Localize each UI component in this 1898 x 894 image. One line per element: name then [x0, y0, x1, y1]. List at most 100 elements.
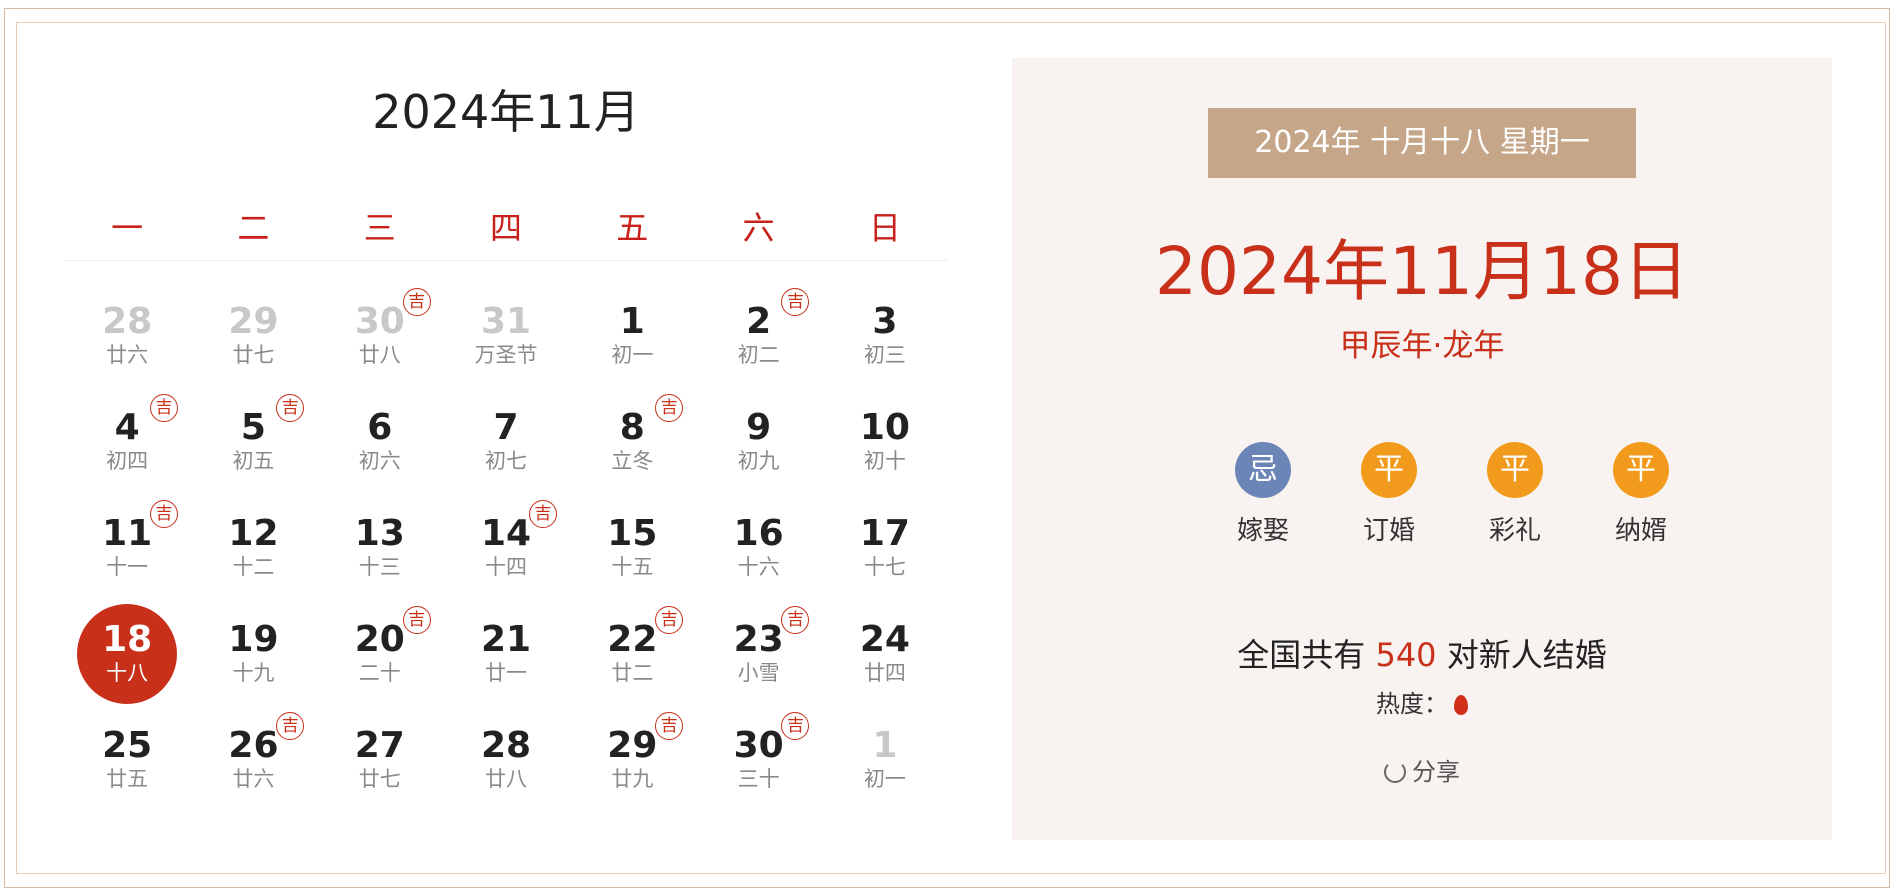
day-cell[interactable]: 26 廿六吉 [190, 712, 316, 826]
lunar-day: 十八 [106, 661, 149, 685]
marriage-item: 忌嫁娶 [1200, 442, 1326, 547]
day-cell[interactable]: 17 十七 [822, 508, 948, 614]
stat-suffix: 对新人结婚 [1436, 636, 1607, 674]
weekday-3: 四 [489, 209, 522, 247]
day-cell[interactable]: 5 初五吉 [190, 394, 316, 508]
day-number: 15 [607, 513, 658, 554]
marriage-item: 平订婚 [1326, 442, 1452, 547]
lunar-day: 初九 [737, 449, 780, 473]
day-number: 7 [493, 407, 519, 448]
day-number: 18 [102, 619, 153, 660]
day-cell[interactable]: 6 初六 [317, 402, 443, 508]
lunar-day: 初五 [232, 449, 275, 473]
ji-badge: 吉 [150, 500, 178, 528]
lunar-day: 初七 [485, 449, 528, 473]
lunar-day: 廿八 [485, 767, 528, 791]
day-cell[interactable]: 9 初九 [695, 402, 821, 508]
weekday-0: 一 [111, 209, 144, 247]
day-cell-selected[interactable]: 18 十八 [64, 604, 190, 720]
share-button[interactable]: 分享 [1012, 752, 1832, 787]
day-cell[interactable]: 7 初七 [443, 402, 569, 508]
day-cell[interactable]: 12 十二 [190, 508, 316, 614]
lunar-day: 初十 [863, 449, 906, 473]
ji-badge: 吉 [402, 288, 431, 316]
marriage-items: 忌嫁娶平订婚平彩礼平纳婿 [1200, 442, 1704, 547]
day-cell[interactable]: 28 廿六 [64, 296, 190, 402]
calendar-title: 2024年11月 [372, 85, 640, 139]
day-cell[interactable]: 20 二十吉 [317, 606, 443, 720]
day-grid: 28 廿六 29 廿七 30 廿八吉 31 万圣节 1 初一 2 初二吉 3 初三 4 初四吉 5 初五吉 6 初六 7… [64, 288, 948, 826]
share-label: 分享 [1412, 758, 1460, 786]
lunar-date-pill: 2024年 十月十八 星期一 [1208, 108, 1636, 178]
lunar-day: 小雪 [737, 661, 780, 685]
stat-prefix: 全国共有 [1237, 636, 1376, 674]
lunar-day: 廿七 [232, 343, 275, 367]
day-number: 13 [354, 513, 405, 554]
day-detail-panel: 2024年 十月十八 星期一 2024年11月18日 甲辰年·龙年 忌嫁娶平订婚… [1012, 58, 1832, 840]
lunar-day: 廿二 [611, 661, 654, 685]
weekday-header: 一二三四五六日 [64, 200, 948, 261]
day-cell[interactable]: 13 十三 [317, 508, 443, 614]
day-cell[interactable]: 19 十九 [190, 614, 316, 720]
day-cell[interactable]: 4 初四吉 [64, 394, 190, 508]
lunar-day: 廿四 [863, 661, 906, 685]
day-number: 12 [228, 513, 279, 554]
day-cell[interactable]: 8 立冬吉 [569, 394, 695, 508]
lunar-day: 三十 [737, 767, 780, 791]
day-cell[interactable]: 15 十五 [569, 508, 695, 614]
day-cell[interactable]: 11 十一吉 [64, 500, 190, 614]
ping-mark: 平 [1613, 442, 1669, 498]
day-number: 17 [859, 513, 910, 554]
lunar-day: 十四 [485, 555, 528, 579]
wedding-stat: 全国共有 540 对新人结婚 [1012, 630, 1832, 676]
lunar-day: 初三 [863, 343, 906, 367]
day-cell[interactable]: 10 初十 [822, 402, 948, 508]
day-cell[interactable]: 1 初一 [822, 720, 948, 826]
day-cell[interactable]: 25 廿五 [64, 720, 190, 826]
lunar-day: 十一 [106, 555, 149, 579]
day-cell[interactable]: 23 小雪吉 [695, 606, 821, 720]
heat-label: 热度： [1376, 690, 1448, 718]
day-cell[interactable]: 24 廿四 [822, 614, 948, 720]
lunar-day: 初一 [611, 343, 654, 367]
lunar-day: 十五 [611, 555, 654, 579]
marriage-item-label: 纳婿 [1614, 516, 1667, 546]
marriage-item-label: 订婚 [1362, 516, 1415, 546]
lunar-day: 初六 [358, 449, 401, 473]
day-number: 16 [733, 513, 784, 554]
weekday-4: 五 [616, 209, 649, 247]
day-cell[interactable]: 28 廿八 [443, 720, 569, 826]
ganzhi-year: 甲辰年·龙年 [1339, 328, 1505, 364]
lunar-day: 十二 [232, 555, 275, 579]
marriage-item: 平纳婿 [1578, 442, 1704, 547]
lunar-day: 十七 [863, 555, 906, 579]
day-number: 6 [367, 407, 393, 448]
marriage-item-label: 彩礼 [1488, 516, 1541, 546]
day-cell[interactable]: 2 初二吉 [695, 288, 821, 402]
ji-badge: 吉 [655, 394, 684, 422]
day-cell[interactable]: 31 万圣节 [443, 296, 569, 402]
day-cell[interactable]: 29 廿九吉 [569, 712, 695, 826]
day-cell[interactable]: 21 廿一 [443, 614, 569, 720]
day-cell[interactable]: 30 廿八吉 [317, 288, 443, 402]
lunar-day: 廿七 [358, 767, 401, 791]
flame-icon [1454, 695, 1468, 715]
lunar-day: 十九 [232, 661, 275, 685]
marriage-item: 平彩礼 [1452, 442, 1578, 547]
lunar-day: 十六 [737, 555, 780, 579]
lunar-day: 廿五 [106, 767, 149, 791]
ji-badge: 吉 [402, 606, 431, 634]
ji-badge: 吉 [655, 606, 684, 634]
day-number: 21 [480, 619, 532, 660]
weekday-2: 三 [363, 209, 396, 247]
day-cell[interactable]: 14 十四吉 [443, 500, 569, 614]
day-number: 3 [872, 301, 898, 342]
day-cell[interactable]: 27 廿七 [317, 720, 443, 826]
lunar-day: 十三 [358, 555, 401, 579]
day-cell[interactable]: 30 三十吉 [695, 712, 821, 826]
day-cell[interactable]: 16 十六 [695, 508, 821, 614]
day-cell[interactable]: 3 初三 [822, 296, 948, 402]
day-cell[interactable]: 22 廿二吉 [569, 606, 695, 720]
day-cell[interactable]: 1 初一 [569, 296, 695, 402]
day-cell[interactable]: 29 廿七 [190, 296, 316, 402]
